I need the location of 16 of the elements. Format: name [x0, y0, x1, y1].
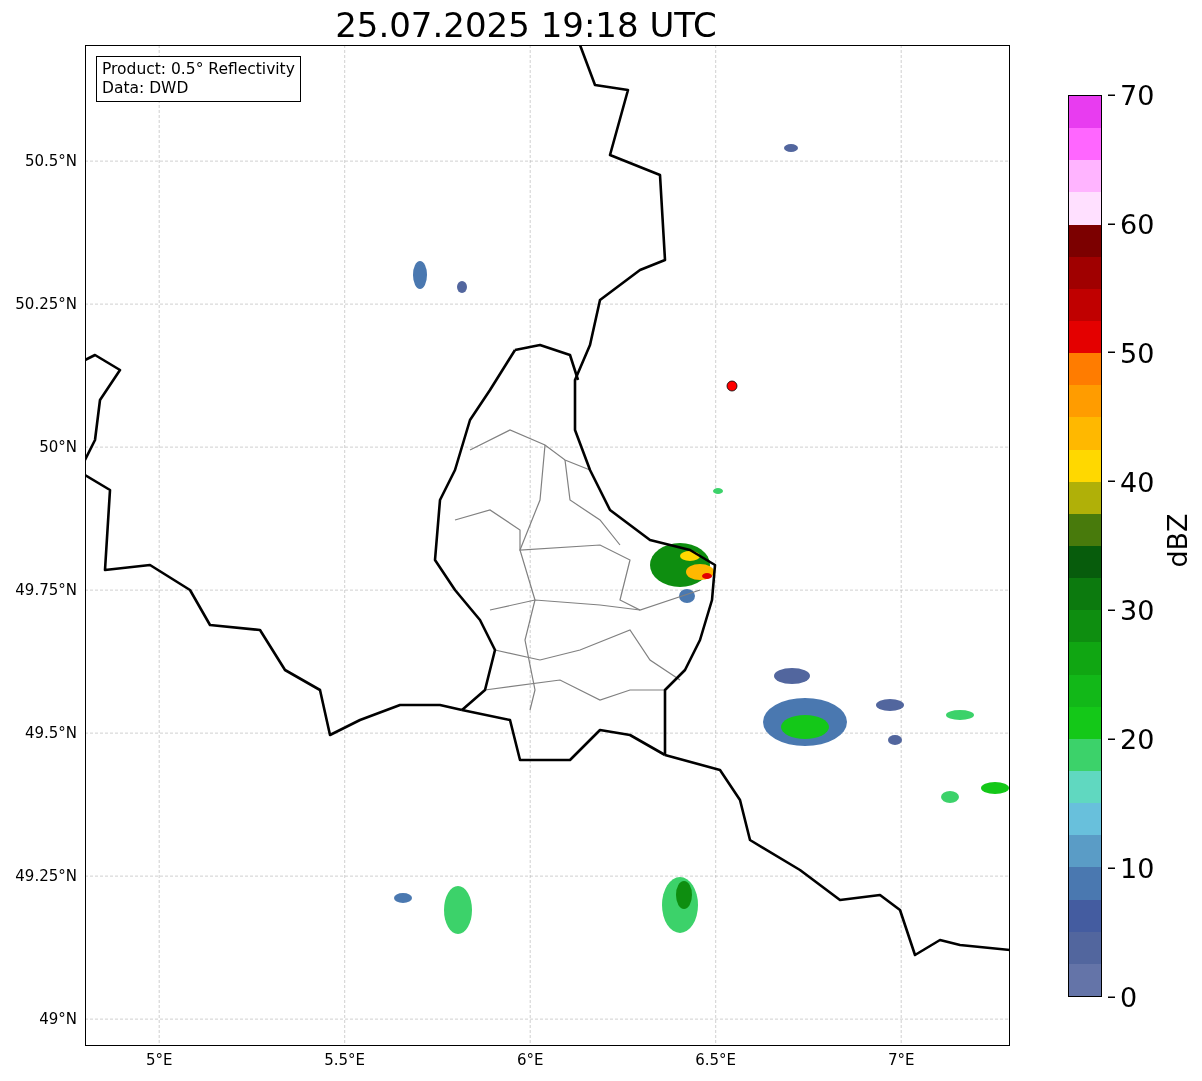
longitude-tick-label: 5°E: [145, 1051, 173, 1069]
latitude-tick-label: 49°N: [39, 1010, 77, 1029]
longitude-tick-label: 6°E: [516, 1051, 544, 1069]
info-text: Product: 0.5° Reflectivity: [102, 60, 295, 79]
longitude-tick-label: 6.5°E: [695, 1051, 737, 1069]
colorbar-label: dBZ: [1161, 513, 1193, 568]
longitude-tick-label: 7°E: [887, 1051, 915, 1069]
latitude-tick-label: 50°N: [39, 438, 77, 457]
latitude-tick-label: 49.75°N: [15, 581, 77, 600]
latitude-tick-label: 50.25°N: [15, 295, 77, 314]
info-text: Data: DWD: [102, 79, 190, 98]
latitude-tick-label: 49.5°N: [24, 724, 77, 743]
latitude-tick-label: 50.5°N: [24, 152, 77, 171]
latitude-tick-label: 49.25°N: [15, 867, 77, 886]
longitude-tick-label: 5.5°E: [324, 1051, 366, 1069]
chart-title: 25.07.2025 19:18 UTC: [334, 4, 718, 45]
